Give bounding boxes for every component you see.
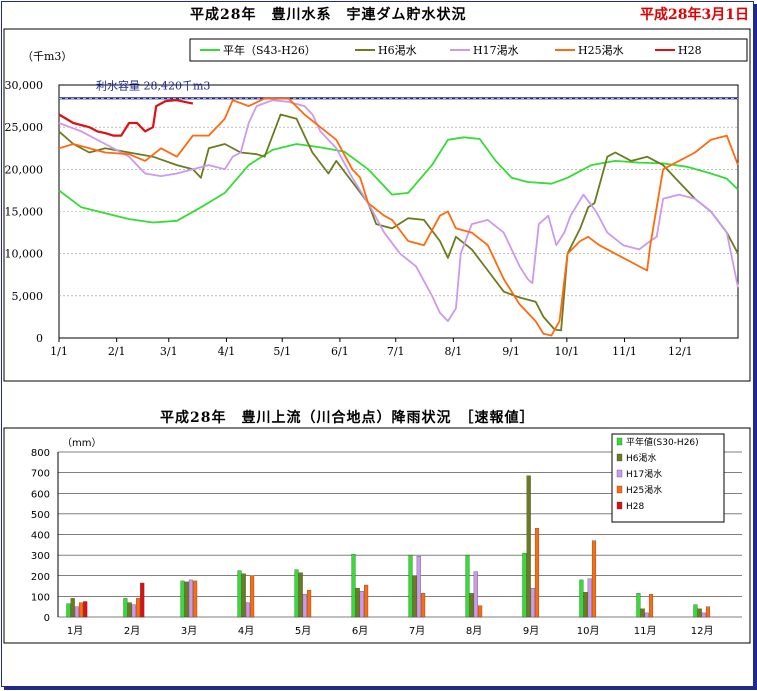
legend-label-h25: H25渇水 [578,44,624,57]
legend-label-normal: 平年（S43-H26） [223,43,316,57]
storage-x-tick-label: 12/1 [668,345,693,358]
storage-y-tick-label: 30,000 [5,79,44,92]
storage-y-tick-label: 25,000 [5,121,44,134]
storage-x-tick-label: 2/1 [108,345,126,358]
storage-y-tick-label: 10,000 [5,248,44,261]
storage-x-tick-label: 8/1 [445,345,463,358]
legend-label-h28: H28 [678,44,702,57]
storage-y-tick-label: 20,000 [5,163,44,176]
storage-y-tick-label: 5,000 [12,290,44,303]
storage-x-tick-label: 9/1 [502,345,520,358]
storage-x-tick-label: 4/1 [218,345,236,358]
capacity-label: 利水容量 28,420千m3 [96,78,210,92]
legend-label-h17: H17渇水 [473,44,519,57]
storage-x-tick-label: 11/1 [612,345,637,358]
storage-y-tick-label: 0 [36,332,43,345]
storage-x-tick-label: 10/1 [555,345,580,358]
storage-chart: 0 5,000 10,000 15,000 20,000 25,000 30,000 （千m3… [3,28,751,382]
storage-x-tick-label: 7/1 [387,345,405,358]
storage-x-tick-label: 1/1 [50,345,68,358]
rain-chart-title: 平成28年 豊川上流（川合地点）降雨状況 ［速報値］ [160,410,535,426]
frame-shadow [4,686,757,690]
storage-y-tick-label: 15,000 [5,206,44,219]
storage-y-axis-label: （千m3） [22,50,72,63]
storage-x-tick-label: 6/1 [331,345,349,358]
legend-label-h6: H6渇水 [378,44,417,57]
storage-x-tick-label: 5/1 [273,345,291,358]
storage-x-tick-label: 3/1 [160,345,178,358]
